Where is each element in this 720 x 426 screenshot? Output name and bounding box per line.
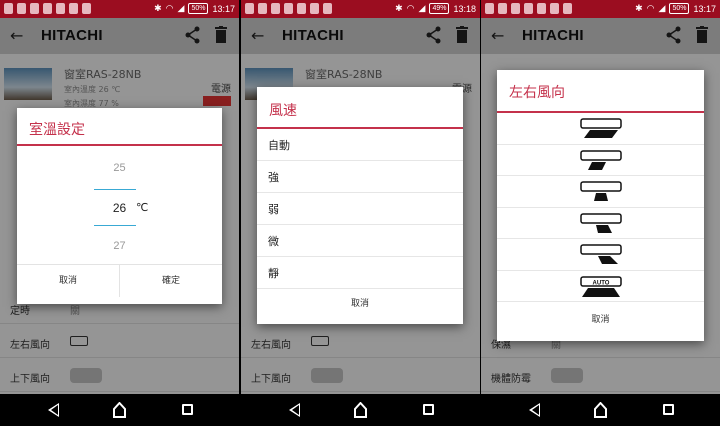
fan-speed-option[interactable]: 弱 bbox=[257, 193, 463, 225]
notification-icon bbox=[537, 3, 546, 14]
nav-home-icon[interactable] bbox=[113, 402, 126, 418]
direction-option[interactable]: AUTO bbox=[497, 271, 704, 302]
picker-next-value[interactable]: 27 bbox=[17, 240, 222, 252]
notification-icon bbox=[56, 3, 65, 14]
nav-back-icon[interactable] bbox=[529, 403, 540, 417]
battery-indicator: 50% bbox=[669, 3, 690, 14]
notification-icon bbox=[17, 3, 26, 14]
notification-icon bbox=[284, 3, 293, 14]
fan-speed-option[interactable]: 靜 bbox=[257, 257, 463, 289]
dialog-title: 左右風向 bbox=[497, 70, 704, 113]
wifi-icon: ◠ bbox=[646, 3, 655, 13]
notification-icon bbox=[511, 3, 520, 14]
temperature-picker[interactable]: 25 26 ℃ 27 bbox=[17, 146, 222, 264]
fan-speed-option[interactable]: 自動 bbox=[257, 129, 463, 161]
direction-option[interactable] bbox=[497, 145, 704, 176]
fan-center-icon bbox=[579, 181, 622, 201]
clock: 13:18 bbox=[453, 3, 476, 14]
auto-label: AUTO bbox=[592, 280, 609, 286]
notification-icon bbox=[550, 3, 559, 14]
fan-center-left-icon bbox=[579, 149, 622, 170]
notification-icon bbox=[4, 3, 13, 14]
screen-fan-speed: ✱ ◠ ◢ 49% 13:18 ← HITACHI 窗室RAS-28NB 電源 … bbox=[241, 0, 480, 426]
nav-home-icon[interactable] bbox=[354, 402, 367, 418]
notification-icon bbox=[498, 3, 507, 14]
direction-option[interactable] bbox=[497, 239, 704, 271]
fan-center-right-icon bbox=[579, 212, 622, 233]
notification-icon bbox=[245, 3, 254, 14]
picker-prev-value[interactable]: 25 bbox=[17, 162, 222, 174]
status-bar: ✱ ◠ ◢ 49% 13:18 bbox=[241, 0, 480, 18]
signal-icon: ◢ bbox=[418, 3, 426, 13]
nav-home-icon[interactable] bbox=[594, 402, 607, 418]
temperature-dialog: 室溫設定 25 26 ℃ 27 取消 確定 bbox=[17, 108, 222, 304]
horizontal-direction-dialog: 左右風向 AUTO 取消 bbox=[497, 70, 704, 341]
dialog-title: 室溫設定 bbox=[17, 108, 222, 146]
nav-recent-icon[interactable] bbox=[182, 404, 193, 415]
notification-icon bbox=[82, 3, 91, 14]
notification-icon bbox=[271, 3, 280, 14]
picker-current-value[interactable]: 26 bbox=[17, 201, 222, 215]
fan-speed-option[interactable]: 強 bbox=[257, 161, 463, 193]
notification-icon bbox=[43, 3, 52, 14]
signal-icon: ◢ bbox=[177, 3, 185, 13]
status-bar: ✱ ◠ ◢ 50% 13:17 bbox=[481, 0, 720, 18]
fan-left-icon bbox=[579, 118, 622, 138]
notification-icon bbox=[258, 3, 267, 14]
nav-back-icon[interactable] bbox=[289, 403, 300, 417]
nav-back-icon[interactable] bbox=[48, 403, 59, 417]
wifi-icon: ◠ bbox=[406, 3, 415, 13]
nav-bar bbox=[241, 394, 480, 426]
notification-icon bbox=[563, 3, 572, 14]
notification-icon bbox=[30, 3, 39, 14]
direction-option[interactable] bbox=[497, 208, 704, 239]
screen-temperature: ✱ ◠ ◢ 50% 13:17 ← HITACHI 窗室RAS-28NB 室內溫… bbox=[0, 0, 239, 426]
temperature-unit: ℃ bbox=[136, 201, 149, 214]
wifi-icon: ◠ bbox=[165, 3, 174, 13]
notification-icon bbox=[485, 3, 494, 14]
fan-speed-dialog: 風速 自動 強 弱 微 靜 取消 bbox=[257, 87, 463, 324]
bluetooth-icon: ✱ bbox=[395, 3, 403, 13]
clock: 13:17 bbox=[693, 3, 716, 14]
bluetooth-icon: ✱ bbox=[154, 3, 162, 13]
picker-divider bbox=[94, 225, 136, 226]
confirm-button[interactable]: 確定 bbox=[119, 265, 222, 297]
notification-icon bbox=[310, 3, 319, 14]
picker-divider bbox=[94, 189, 136, 190]
nav-bar bbox=[0, 394, 239, 426]
notification-icon bbox=[524, 3, 533, 14]
fan-right-icon bbox=[579, 244, 622, 264]
nav-bar bbox=[481, 394, 720, 426]
nav-recent-icon[interactable] bbox=[663, 404, 674, 415]
direction-option[interactable] bbox=[497, 176, 704, 208]
fan-speed-option[interactable]: 微 bbox=[257, 225, 463, 257]
clock: 13:17 bbox=[212, 3, 235, 14]
dialog-title: 風速 bbox=[257, 87, 463, 129]
screen-horizontal-direction: ✱ ◠ ◢ 50% 13:17 ← HITACHI 保濕 關 機體防霉 左右風向 bbox=[481, 0, 720, 426]
fan-auto-icon: AUTO bbox=[579, 275, 622, 297]
cancel-button[interactable]: 取消 bbox=[497, 302, 704, 338]
dialog-buttons: 取消 確定 bbox=[17, 264, 222, 297]
status-bar: ✱ ◠ ◢ 50% 13:17 bbox=[0, 0, 239, 18]
notification-icon bbox=[69, 3, 78, 14]
signal-icon: ◢ bbox=[658, 3, 666, 13]
cancel-button[interactable]: 取消 bbox=[257, 289, 463, 319]
battery-indicator: 49% bbox=[429, 3, 450, 14]
notification-icon bbox=[323, 3, 332, 14]
bluetooth-icon: ✱ bbox=[635, 3, 643, 13]
nav-recent-icon[interactable] bbox=[423, 404, 434, 415]
direction-option[interactable] bbox=[497, 113, 704, 145]
notification-icon bbox=[297, 3, 306, 14]
battery-indicator: 50% bbox=[188, 3, 209, 14]
cancel-button[interactable]: 取消 bbox=[17, 265, 119, 297]
